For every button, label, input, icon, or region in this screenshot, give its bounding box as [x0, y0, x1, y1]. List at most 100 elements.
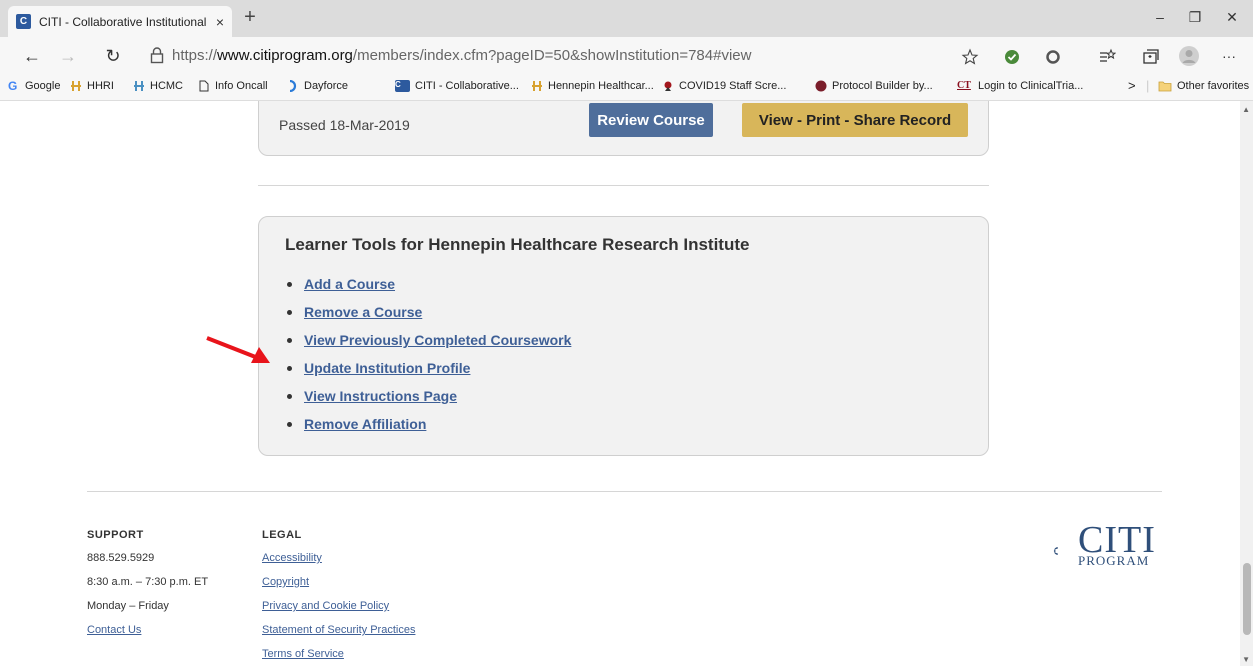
collections-icon[interactable] — [1141, 48, 1159, 66]
bullet-icon — [287, 309, 292, 315]
page-icon — [199, 80, 209, 92]
minimize-button[interactable]: – — [1150, 9, 1170, 25]
refresh-button[interactable]: ↻ — [103, 46, 123, 67]
dayforce-icon — [289, 80, 297, 92]
vertical-scrollbar[interactable]: ▲ ▼ — [1240, 101, 1253, 666]
url-path: /members/index.cfm?pageID=50&showInstitu… — [352, 47, 752, 64]
support-hours: 8:30 a.m. – 7:30 p.m. ET — [87, 576, 209, 588]
address-bar: ← → ↻ https://www.citiprogram.org/member… — [0, 37, 1253, 75]
privacy-policy-link[interactable]: Privacy and Cookie Policy — [262, 600, 389, 612]
scroll-down-arrow-icon[interactable]: ▼ — [1242, 655, 1250, 664]
bookmark-clinical-trials[interactable]: CT Login to ClinicalTria... — [957, 80, 1083, 92]
tab-title: CITI - Collaborative Institutional — [39, 14, 207, 29]
security-practices-link[interactable]: Statement of Security Practices — [262, 624, 415, 636]
bookmark-hhri[interactable]: HHRI — [70, 80, 114, 92]
citi-favicon-icon: C — [16, 14, 31, 29]
favorites-list-icon[interactable] — [1098, 48, 1116, 66]
bookmark-label: HCMC — [150, 80, 183, 92]
view-completed-coursework-link[interactable]: View Previously Completed Coursework — [304, 332, 571, 348]
copyright-link[interactable]: Copyright — [262, 576, 309, 588]
bookmark-hennepin-healthcare[interactable]: Hennepin Healthcar... — [531, 80, 654, 92]
bookmark-protocol-builder[interactable]: Protocol Builder by... — [815, 80, 933, 92]
extension-check-icon[interactable] — [1003, 48, 1021, 66]
close-tab-icon[interactable]: × — [216, 14, 224, 30]
bookmark-label: Google — [25, 80, 61, 92]
contact-us-link[interactable]: Contact Us — [87, 624, 141, 636]
scroll-up-arrow-icon[interactable]: ▲ — [1242, 105, 1250, 114]
hennepin-logo-icon — [71, 81, 81, 91]
terms-of-service-link[interactable]: Terms of Service — [262, 648, 344, 660]
bookmark-google[interactable]: G Google — [8, 80, 60, 92]
list-item: Remove Affiliation — [287, 410, 571, 438]
browser-tab[interactable]: C CITI - Collaborative Institutional × — [8, 6, 232, 37]
view-print-share-record-button[interactable]: View - Print - Share Record — [742, 103, 968, 137]
new-tab-button[interactable]: + — [238, 6, 262, 29]
citi-program-logo: CITI PROGRAM — [1078, 521, 1156, 569]
hennepin-logo-icon — [134, 81, 144, 91]
logo-sub-text: PROGRAM — [1078, 553, 1150, 568]
footer-legal: LEGAL Accessibility Copyright Privacy an… — [262, 529, 415, 666]
url-scheme: https:// — [172, 47, 218, 64]
learner-tools-list: Add a Course Remove a Course View Previo… — [287, 270, 571, 438]
footer-support: SUPPORT 888.529.5929 8:30 a.m. – 7:30 p.… — [87, 529, 208, 647]
support-days: Monday – Friday — [87, 600, 169, 612]
hennepin-logo-icon — [532, 81, 542, 91]
maximize-button[interactable]: ❐ — [1185, 9, 1205, 26]
view-instructions-page-link[interactable]: View Instructions Page — [304, 388, 457, 404]
bullet-icon — [287, 337, 292, 343]
bookmark-label: Other favorites — [1177, 80, 1250, 92]
passed-date: Passed 18-Mar-2019 — [279, 117, 410, 133]
remove-affiliation-link[interactable]: Remove Affiliation — [304, 416, 426, 432]
learner-tools-card: Learner Tools for Hennepin Healthcare Re… — [258, 216, 989, 456]
ct-logo-icon: CT — [957, 80, 971, 91]
covid-screen-icon — [664, 81, 672, 91]
bookmark-label: Info Oncall — [215, 80, 268, 92]
page-content: Passed 18-Mar-2019 Review Course View - … — [0, 101, 1253, 666]
update-institution-profile-link[interactable]: Update Institution Profile — [304, 360, 470, 376]
forward-button[interactable]: → — [58, 46, 78, 67]
extension-circle-icon[interactable] — [1044, 48, 1062, 66]
add-course-link[interactable]: Add a Course — [304, 276, 395, 292]
remove-course-link[interactable]: Remove a Course — [304, 304, 422, 320]
bookmark-label: Dayforce — [304, 80, 349, 92]
review-course-button[interactable]: Review Course — [589, 103, 713, 137]
learner-tools-title: Learner Tools for Hennepin Healthcare Re… — [285, 235, 750, 254]
bookmark-covid19[interactable]: COVID19 Staff Scre... — [662, 80, 786, 92]
bookmark-label: Protocol Builder by... — [832, 80, 933, 92]
accessibility-link[interactable]: Accessibility — [262, 552, 322, 564]
support-phone: 888.529.5929 — [87, 552, 155, 564]
bookmark-hcmc[interactable]: HCMC — [133, 80, 183, 92]
bookmarks-bar: G Google HHRI HCMC Info Oncall Dayforce C… — [0, 75, 1253, 101]
google-icon: G — [8, 79, 18, 93]
bookmark-label: COVID19 Staff Scre... — [679, 80, 787, 92]
close-window-button[interactable]: ✕ — [1222, 9, 1242, 26]
more-menu-button[interactable]: ··· — [1219, 48, 1239, 64]
legal-heading: LEGAL — [262, 529, 302, 541]
citi-program-logo-icon[interactable] — [1053, 529, 1077, 573]
profile-avatar-icon[interactable] — [1178, 45, 1200, 67]
bookmark-label: Login to ClinicalTria... — [978, 80, 1084, 92]
scroll-thumb[interactable] — [1243, 563, 1251, 635]
bookmarks-overflow-button[interactable]: > — [1128, 78, 1136, 93]
bullet-icon — [287, 281, 292, 287]
tab-bar: C CITI - Collaborative Institutional × +… — [0, 0, 1253, 37]
back-button[interactable]: ← — [22, 46, 42, 67]
bookmark-citi[interactable]: C CITI - Collaborative... — [395, 80, 519, 92]
list-item: View Instructions Page — [287, 382, 571, 410]
bookmark-label: HHRI — [87, 80, 114, 92]
bullet-icon — [287, 365, 292, 371]
bookmark-dayforce[interactable]: Dayforce — [287, 80, 348, 92]
lock-icon[interactable] — [150, 46, 164, 64]
citi-favicon-icon: C — [395, 80, 410, 92]
annotation-arrow-icon — [206, 336, 270, 363]
url-field[interactable]: https://www.citiprogram.org/members/inde… — [172, 47, 751, 64]
bookmark-info-oncall[interactable]: Info Oncall — [198, 80, 268, 92]
bullet-icon — [287, 393, 292, 399]
folder-icon — [1158, 81, 1172, 92]
favorite-star-icon[interactable] — [961, 48, 979, 66]
list-item: Remove a Course — [287, 298, 571, 326]
bookmarks-divider: | — [1146, 78, 1150, 93]
other-favorites[interactable]: Other favorites — [1158, 80, 1249, 92]
bookmark-label: Hennepin Healthcar... — [548, 80, 654, 92]
course-record-card: Passed 18-Mar-2019 Review Course View - … — [258, 101, 989, 156]
